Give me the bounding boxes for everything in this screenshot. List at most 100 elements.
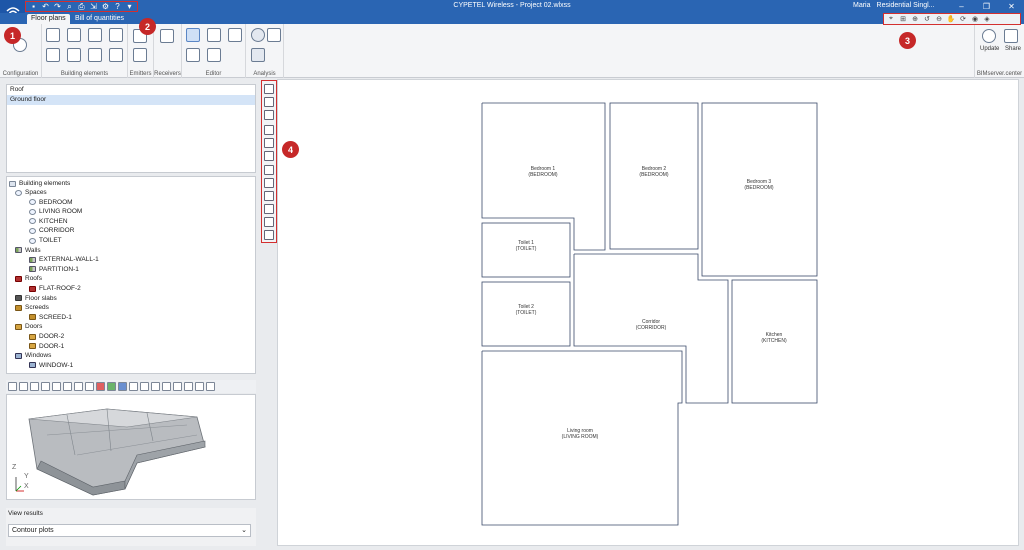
print-icon[interactable]: ⎙ bbox=[77, 2, 86, 11]
restore-icon[interactable]: ❐ bbox=[974, 0, 999, 13]
view-zoom-out-icon[interactable] bbox=[173, 382, 182, 391]
view-back-icon[interactable] bbox=[52, 382, 61, 391]
tree-category[interactable]: Roofs bbox=[15, 274, 42, 283]
tree-item[interactable]: SCREED-1 bbox=[29, 313, 72, 322]
view-cube-icon[interactable] bbox=[129, 382, 138, 391]
view-green-icon[interactable] bbox=[107, 382, 116, 391]
save-icon[interactable]: ▪ bbox=[29, 2, 38, 11]
warning-icon[interactable] bbox=[267, 28, 281, 42]
search-icon[interactable]: ⌕ bbox=[65, 2, 74, 11]
tree-item[interactable]: CORRIDOR bbox=[29, 226, 74, 235]
settings-icon[interactable]: ⚙ bbox=[101, 2, 110, 11]
view-wire-icon[interactable] bbox=[85, 382, 94, 391]
minimize-icon[interactable]: – bbox=[949, 0, 974, 13]
edit-icon[interactable] bbox=[186, 28, 200, 42]
refresh-icon[interactable] bbox=[264, 204, 274, 214]
export-icon[interactable]: ⇲ bbox=[89, 2, 98, 11]
snap-magnet-icon[interactable] bbox=[264, 110, 274, 120]
ortho-icon[interactable] bbox=[264, 151, 274, 161]
update-icon[interactable] bbox=[982, 29, 996, 43]
view-zoom-icon[interactable] bbox=[162, 382, 171, 391]
view-results-select[interactable]: Contour plots ⌄ bbox=[8, 524, 251, 537]
share-button[interactable]: Share bbox=[1005, 46, 1021, 52]
view-orbit-icon[interactable] bbox=[195, 382, 204, 391]
zoom-window-icon[interactable]: ⌖ bbox=[886, 15, 896, 24]
tree-item[interactable]: FLAT-ROOF-2 bbox=[29, 284, 81, 293]
dropdown-icon[interactable]: ▾ bbox=[125, 2, 134, 11]
tree-category[interactable]: Spaces bbox=[15, 188, 47, 197]
space-tool-icon[interactable] bbox=[46, 28, 60, 42]
window-tool-icon[interactable] bbox=[67, 48, 81, 62]
zoom-in-icon[interactable]: ⊕ bbox=[910, 15, 920, 24]
tree-item[interactable]: EXTERNAL-WALL-1 bbox=[29, 255, 99, 264]
analysis-calculate-icon[interactable] bbox=[251, 28, 265, 42]
zoom-extents-icon[interactable]: ⊞ bbox=[898, 15, 908, 24]
tree-item[interactable]: DOOR-1 bbox=[29, 342, 64, 351]
view-front-icon[interactable] bbox=[41, 382, 50, 391]
emitter-edit-icon[interactable] bbox=[133, 48, 147, 62]
view-3d-icon[interactable]: ◉ bbox=[970, 15, 980, 24]
opening-tool-icon[interactable] bbox=[109, 48, 123, 62]
view-fit-icon[interactable] bbox=[206, 382, 215, 391]
tools-icon[interactable] bbox=[264, 230, 274, 240]
tree-item[interactable]: DOOR-2 bbox=[29, 332, 64, 341]
view-pan-icon[interactable] bbox=[184, 382, 193, 391]
pan-icon[interactable]: ✋ bbox=[946, 15, 956, 24]
tree-item[interactable]: WINDOW-1 bbox=[29, 361, 73, 370]
share-icon[interactable] bbox=[1004, 29, 1018, 43]
grid-icon[interactable] bbox=[264, 138, 274, 148]
layers-panel-icon[interactable] bbox=[264, 178, 274, 188]
view-blue-icon[interactable] bbox=[118, 382, 127, 391]
tree-category[interactable]: Floor slabs bbox=[15, 294, 57, 303]
close-icon[interactable]: ✕ bbox=[999, 0, 1024, 13]
tab-floor-plans[interactable]: Floor plans bbox=[27, 14, 70, 24]
template-manager-icon[interactable] bbox=[264, 97, 274, 107]
screed-tool-icon[interactable] bbox=[88, 48, 102, 62]
slab-tool-icon[interactable] bbox=[109, 28, 123, 42]
layers-icon[interactable]: ◈ bbox=[982, 15, 992, 24]
view-eye-icon[interactable] bbox=[140, 382, 149, 391]
view-iso-icon[interactable] bbox=[74, 382, 83, 391]
measure-icon[interactable] bbox=[264, 191, 274, 201]
view-red-icon[interactable] bbox=[96, 382, 105, 391]
wall-tool-icon[interactable] bbox=[67, 28, 81, 42]
tree-root[interactable]: Building elements bbox=[9, 179, 70, 188]
roof-tool-icon[interactable] bbox=[88, 28, 102, 42]
tree-category[interactable]: Screeds bbox=[15, 303, 49, 312]
tree-category[interactable]: Windows bbox=[15, 351, 51, 360]
tree-item[interactable]: BEDROOM bbox=[29, 198, 73, 207]
redraw-icon[interactable]: ⟳ bbox=[958, 15, 968, 24]
floor-item-ground[interactable]: Ground floor bbox=[7, 95, 255, 105]
move-icon[interactable] bbox=[207, 28, 221, 42]
tree-item[interactable]: LIVING ROOM bbox=[29, 207, 82, 216]
redo-icon[interactable]: ↷ bbox=[53, 2, 62, 11]
analysis-report-icon[interactable] bbox=[251, 48, 265, 62]
zoom-out-icon[interactable]: ⊖ bbox=[934, 15, 944, 24]
tree-item[interactable]: TOILET bbox=[29, 236, 62, 245]
brush-icon[interactable] bbox=[228, 28, 242, 42]
help-icon[interactable]: ? bbox=[113, 2, 122, 11]
copy-icon[interactable] bbox=[186, 48, 200, 62]
update-button[interactable]: Update bbox=[980, 46, 999, 52]
import-template-icon[interactable] bbox=[264, 84, 274, 94]
tree-item[interactable]: PARTITION-1 bbox=[29, 265, 79, 274]
tab-bill-of-quantities[interactable]: Bill of quantities bbox=[71, 14, 128, 24]
receiver-icon[interactable] bbox=[160, 29, 174, 43]
door-tool-icon[interactable] bbox=[46, 48, 60, 62]
user-name[interactable]: Maria bbox=[853, 2, 871, 9]
view-layers-icon[interactable] bbox=[19, 382, 28, 391]
dimension-icon[interactable] bbox=[264, 165, 274, 175]
view-axes-icon[interactable] bbox=[30, 382, 39, 391]
view-home-icon[interactable] bbox=[8, 382, 17, 391]
project-selector[interactable]: Residential Singl... bbox=[877, 2, 935, 9]
tree-category[interactable]: Doors bbox=[15, 322, 42, 331]
view-top-icon[interactable] bbox=[63, 382, 72, 391]
floor-item-roof[interactable]: Roof bbox=[7, 85, 255, 95]
tree-category[interactable]: Walls bbox=[15, 246, 41, 255]
table-icon[interactable] bbox=[264, 217, 274, 227]
3d-preview-panel[interactable]: Z Y X bbox=[6, 394, 256, 500]
zoom-previous-icon[interactable]: ↺ bbox=[922, 15, 932, 24]
floor-plan-canvas[interactable]: Bedroom 1 (BEDROOM) Bedroom 2 (BEDROOM) Be… bbox=[277, 79, 1019, 546]
undo-icon[interactable]: ↶ bbox=[41, 2, 50, 11]
view-zoom-window-icon[interactable] bbox=[151, 382, 160, 391]
